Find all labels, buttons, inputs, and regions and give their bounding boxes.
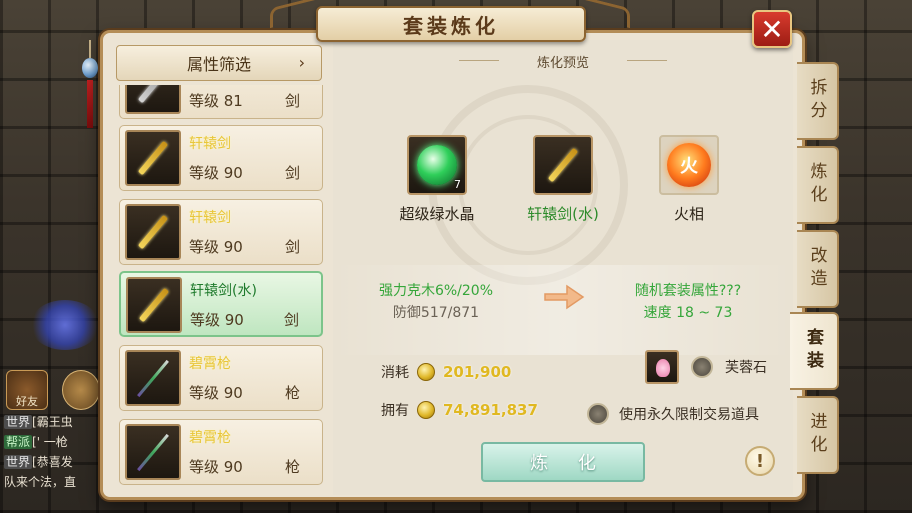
furong-radio[interactable]: [691, 356, 713, 378]
fire-glyph: 火: [667, 143, 711, 187]
sword-icon: [125, 204, 181, 260]
spear-icon: [125, 350, 181, 406]
chat-channel-tag: 世界: [4, 455, 33, 469]
item-level: 等级 90: [189, 238, 243, 256]
preview-section-label: 炼化预览: [459, 52, 667, 71]
furong-stone-icon[interactable]: [645, 350, 679, 384]
hanging-ornament-icon: [80, 40, 100, 130]
result-attr-line: 随机套装属性???: [634, 283, 742, 299]
item-name: 轩辕剑: [189, 210, 231, 226]
refine-preview-panel: 炼化预览 7 超级绿水晶 轩辕剑(水) 火 火相 强力克木6%/20% 防御51…: [333, 40, 793, 495]
attribute-filter-button[interactable]: 属性筛选 ›: [116, 45, 322, 81]
chat-text: [恭喜发: [32, 455, 73, 469]
item-level: 等级 90: [189, 164, 243, 182]
tab-evolve[interactable]: 进化: [797, 396, 839, 474]
item-name: 轩辕剑(水): [190, 283, 257, 299]
friends-label: 好友: [16, 395, 38, 408]
owned-row: 拥有 74,891,837: [381, 400, 538, 420]
chat-channel-tag: 帮派: [4, 435, 33, 449]
teleport-glow: [30, 300, 100, 350]
green-crystal-icon: 7: [407, 135, 467, 195]
sword-icon: [126, 277, 182, 333]
current-attr-line: 强力克木6%/20%: [378, 283, 494, 299]
item-name: 碧霄枪: [189, 356, 231, 372]
chat-bubble-icon[interactable]: [62, 370, 100, 410]
item-type: 剑: [284, 164, 300, 182]
spear-icon: [125, 424, 181, 480]
equipment-list[interactable]: 等级 81 剑 轩辕剑 等级 90 剑 轩辕剑 等级 90 剑 轩辕剑(水) 等…: [116, 85, 325, 513]
tab-refine[interactable]: 炼化: [797, 146, 839, 224]
chat-channel-tag: 世界: [4, 415, 33, 429]
item-name: 轩辕剑: [189, 136, 231, 152]
permanent-items-option: 使用永久限制交易道具: [587, 403, 759, 425]
item-type: 枪: [284, 384, 300, 402]
material-label: 超级绿水晶: [399, 205, 475, 223]
list-item[interactable]: 碧霄枪 等级 90 枪: [119, 419, 323, 485]
cost-amount: 201,900: [443, 363, 512, 381]
attribute-filter-label: 属性筛选: [186, 55, 251, 74]
permanent-items-radio[interactable]: [587, 403, 609, 425]
chat-feed: 世界 [霸王虫 帮派 [' 一枪 世界 [恭喜发 队来个法，直: [4, 412, 104, 492]
sword-icon: [533, 135, 593, 195]
list-item[interactable]: 轩辕剑 等级 90 剑: [119, 125, 323, 191]
sword-icon: [125, 85, 181, 114]
item-level: 等级 90: [190, 311, 244, 329]
coin-icon: [417, 363, 435, 381]
item-type: 枪: [284, 458, 300, 476]
item-type: 剑: [283, 311, 299, 329]
friends-button[interactable]: 好友: [6, 370, 48, 410]
current-attr-line: 防御517/871: [392, 305, 480, 321]
furong-label: 芙蓉石: [725, 360, 767, 376]
tab-modify[interactable]: 改造: [797, 230, 839, 308]
item-type: 剑: [284, 92, 300, 110]
arrow-right-icon: [544, 284, 585, 310]
item-name: 碧霄枪: [189, 430, 231, 446]
item-type: 剑: [284, 238, 300, 256]
chevron-right-icon: ›: [298, 53, 305, 72]
item-level: 等级 90: [189, 458, 243, 476]
dialog-title: 套装炼化: [316, 6, 586, 42]
permanent-items-label: 使用永久限制交易道具: [619, 407, 759, 423]
item-level: 等级 81: [189, 92, 243, 110]
tab-set[interactable]: 套装: [790, 312, 839, 390]
list-item[interactable]: 轩辕剑 等级 90 剑: [119, 199, 323, 265]
coin-icon: [417, 401, 435, 419]
refine-button[interactable]: 炼 化: [481, 442, 645, 482]
chat-text: 队来个法，直: [4, 475, 77, 489]
item-level: 等级 90: [189, 384, 243, 402]
fire-element-icon: 火: [659, 135, 719, 195]
chat-line: 帮派 [' 一枪: [4, 432, 104, 452]
cost-label: 消耗: [381, 365, 409, 381]
chat-line: 队来个法，直: [4, 472, 104, 492]
material-label: 轩辕剑(水): [527, 205, 599, 223]
material-count: 7: [454, 178, 461, 191]
furong-option: 芙蓉石: [645, 350, 767, 384]
cost-row: 消耗 201,900: [381, 362, 511, 382]
sword-icon: [125, 130, 181, 186]
material-slot-equipment[interactable]: 轩辕剑(水): [503, 135, 623, 224]
material-label: 火相: [673, 205, 704, 223]
list-item-selected[interactable]: 轩辕剑(水) 等级 90 剑: [119, 271, 323, 337]
chat-line: 世界 [恭喜发: [4, 452, 104, 472]
current-attributes: 强力克木6%/20% 防御517/871: [361, 280, 511, 324]
close-icon: ✕: [760, 12, 784, 46]
list-item[interactable]: 碧霄枪 等级 90 枪: [119, 345, 323, 411]
result-attr-line: 速度 18 ~ 73: [643, 305, 733, 321]
chat-text: [霸王虫: [32, 415, 73, 429]
owned-label: 拥有: [381, 403, 409, 419]
list-item[interactable]: 等级 81 剑: [119, 85, 323, 119]
equipment-list-panel: 属性筛选 › 等级 81 剑 轩辕剑 等级 90 剑 轩辕剑 等级 90 剑 轩…: [113, 43, 328, 493]
material-slot-element[interactable]: 火 火相: [629, 135, 749, 224]
owned-amount: 74,891,837: [443, 401, 538, 419]
result-attributes: 随机套装属性??? 速度 18 ~ 73: [608, 280, 768, 324]
close-button[interactable]: ✕: [752, 10, 792, 48]
chat-line: 世界 [霸王虫: [4, 412, 104, 432]
chat-text: [' 一枪: [32, 435, 68, 449]
tab-split[interactable]: 拆分: [797, 62, 839, 140]
material-slot-crystal[interactable]: 7 超级绿水晶: [377, 135, 497, 224]
help-icon[interactable]: !: [745, 446, 775, 476]
